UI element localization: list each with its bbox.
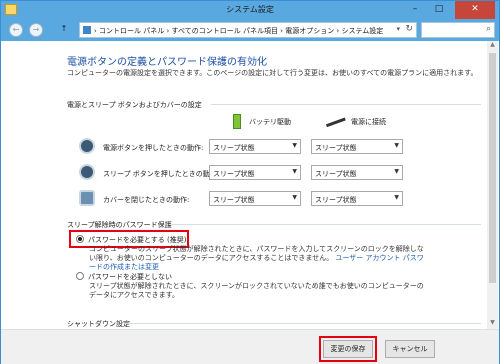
address-bar[interactable]: › コントロール パネル › すべてのコントロール パネル項目 › 電源オプショ… <box>79 22 417 38</box>
chevron-down-icon[interactable]: ▾ <box>396 25 400 33</box>
cancel-button[interactable]: キャンセル <box>385 340 435 358</box>
option-note-none: スリープ状態が解除されたときに、スクリーンがロックされていないため誰でもお使いの… <box>89 282 424 299</box>
breadcrumb[interactable]: › コントロール パネル › すべてのコントロール パネル項目 › 電源オプショ… <box>94 26 383 36</box>
radio-require-password[interactable] <box>76 235 84 243</box>
power-battery-select[interactable]: スリープ状態 ▼ <box>209 139 301 154</box>
sleep-battery-select[interactable]: スリープ状態 ▼ <box>209 165 301 180</box>
laptop-lid-icon <box>79 190 95 206</box>
option-note-require: コンピューターのスリープ状態が解除されたときに、パスワードを入力してスクリーンの… <box>89 245 429 272</box>
select-value: スリープ状態 <box>315 170 357 178</box>
power-button-icon <box>79 138 95 154</box>
option-label-require[interactable]: パスワードを必要とする (推奨) <box>88 235 186 245</box>
scrollbar[interactable]: ▲ ▼ <box>487 41 498 329</box>
lid-plugged-select[interactable]: スリープ状態 ▼ <box>311 191 403 206</box>
option-label-none[interactable]: パスワードを必要としない <box>88 272 172 282</box>
system-settings-window: システム設定 – □ ✕ ← → ↑ › コントロール パネル › すべてのコン… <box>0 0 500 364</box>
scrollbar-thumb[interactable] <box>489 53 496 283</box>
up-button[interactable]: ↑ <box>57 23 71 37</box>
refresh-icon[interactable]: ↻ <box>405 24 413 34</box>
chevron-down-icon: ▼ <box>394 142 399 149</box>
sleep-button-icon <box>79 164 95 180</box>
control-panel-icon <box>83 26 91 34</box>
select-value: スリープ状態 <box>315 196 357 204</box>
power-plugged-select[interactable]: スリープ状態 ▼ <box>311 139 403 154</box>
chevron-down-icon: ▼ <box>292 194 297 201</box>
section-title-shutdown: シャットダウン設定 <box>67 320 130 328</box>
row-label-power: 電源ボタンを押したときの動作: <box>103 144 204 152</box>
select-value: スリープ状態 <box>213 170 255 178</box>
search-input[interactable]: ⌕ <box>421 22 495 38</box>
chevron-down-icon: ▼ <box>292 142 297 149</box>
radio-no-password[interactable] <box>76 272 84 280</box>
footer-bar: 変更の保存 キャンセル <box>1 329 499 364</box>
search-icon[interactable]: ⌕ <box>486 24 491 34</box>
battery-icon <box>233 114 241 129</box>
page-title: 電源ボタンの定義とパスワード保護の有効化 <box>67 57 267 68</box>
chevron-down-icon: ▼ <box>394 194 399 201</box>
chevron-down-icon: ▼ <box>292 168 297 175</box>
divider <box>169 224 481 225</box>
column-header-battery: バッテリ駆動 <box>249 118 291 126</box>
divider <box>125 323 481 324</box>
page-description: コンピューターの電源設定を選択できます。このページの設定に対して行う変更は、お使… <box>67 69 478 77</box>
row-label-lid: カバーを閉じたときの動作: <box>103 196 190 204</box>
sleep-plugged-select[interactable]: スリープ状態 ▼ <box>311 165 403 180</box>
row-label-sleep: スリープ ボタンを押したときの動作: <box>103 170 220 178</box>
maximize-button[interactable]: □ <box>427 1 451 19</box>
column-header-plugged: 電源に接続 <box>351 118 386 126</box>
section-title-buttons: 電源とスリープ ボタンおよびカバーの設定 <box>67 101 202 109</box>
close-button[interactable]: ✕ <box>455 1 495 19</box>
chevron-down-icon: ▼ <box>394 168 399 175</box>
title-bar: システム設定 – □ ✕ <box>1 1 499 19</box>
select-value: スリープ状態 <box>213 196 255 204</box>
minimize-button[interactable]: – <box>403 1 427 19</box>
section-title-password: スリープ解除時のパスワード保護 <box>67 221 172 229</box>
forward-button[interactable]: → <box>29 23 43 37</box>
lid-battery-select[interactable]: スリープ状態 ▼ <box>209 191 301 206</box>
divider <box>211 104 481 105</box>
save-button[interactable]: 変更の保存 <box>323 340 373 358</box>
scroll-down-icon[interactable]: ▼ <box>487 319 498 329</box>
select-value: スリープ状態 <box>315 144 357 152</box>
navigation-bar: ← → ↑ › コントロール パネル › すべてのコントロール パネル項目 › … <box>1 19 499 41</box>
select-value: スリープ状態 <box>213 144 255 152</box>
back-button[interactable]: ← <box>9 23 23 37</box>
scroll-up-icon[interactable]: ▲ <box>487 41 498 51</box>
